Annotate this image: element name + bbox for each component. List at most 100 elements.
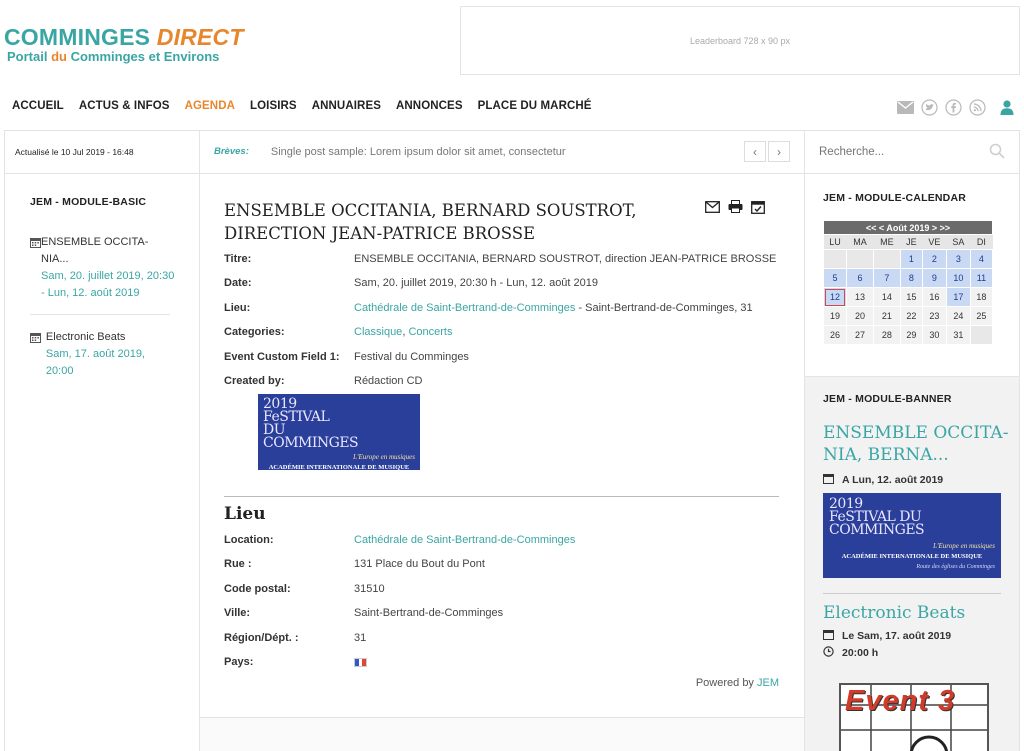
france-flag-icon — [354, 658, 367, 667]
location-link[interactable]: Cathédrale de Saint-Bertrand-de-Comminge… — [354, 534, 575, 546]
site-logo[interactable]: COMMINGES DIRECT Portail du Comminges et… — [4, 24, 244, 64]
search-input[interactable] — [819, 145, 979, 158]
breves-label: Brèves: — [214, 146, 249, 157]
festival-banner-image[interactable]: 2019 FeSTIVAL DU COMMINGES L'Europe en m… — [823, 493, 1001, 578]
module-banner: JEM - MODULE-BANNER ENSEMBLE OCCITA-NIA,… — [805, 376, 1019, 751]
divider — [30, 314, 170, 315]
category-concerts-link[interactable]: Concerts — [408, 326, 452, 338]
calendar-day[interactable]: 8 — [899, 268, 923, 288]
banner-event-title[interactable]: Electronic Beats — [823, 602, 1013, 624]
categories-label: Categories: — [224, 326, 285, 338]
nav-agenda[interactable]: AGENDA — [185, 100, 235, 112]
titre-label: Titre: — [224, 253, 252, 265]
powered-prefix: Powered by — [695, 677, 757, 689]
chevron-right-icon[interactable]: › — [768, 141, 790, 162]
lieu-rest: - Saint-Bertrand-de-Comminges, 31 — [575, 302, 753, 314]
custom-field-value: Festival du Comminges — [354, 351, 469, 363]
calendar-month-nav[interactable]: << < Août 2019 > >> — [823, 220, 993, 235]
calendar-day: 27 — [845, 325, 874, 345]
event-3-image[interactable]: Event 3 — [839, 683, 989, 751]
date-value: Sam, 20. juillet 2019, 20:30 h - Lun, 12… — [354, 277, 599, 289]
powered-by: Powered by JEM — [696, 677, 779, 689]
module-calendar-title: JEM - MODULE-CALENDAR — [823, 192, 967, 204]
calendar-day: 20 — [845, 306, 874, 326]
ical-icon[interactable] — [751, 200, 765, 219]
ville-value: Saint-Bertrand-de-Comminges — [354, 607, 504, 619]
nav-loisirs[interactable]: LOISIRS — [250, 100, 297, 112]
nav-actus[interactable]: ACTUS & INFOS — [79, 100, 170, 112]
facebook-icon[interactable] — [944, 98, 962, 116]
festival-banner-academy: ACADÉMIE INTERNATIONALE DE MUSIQUE — [268, 464, 410, 470]
calendar-day[interactable]: 17 — [945, 287, 971, 307]
detail-row-titre: Titre: ENSEMBLE OCCITANIA, BERNARD SOUSTR… — [224, 253, 776, 265]
social-icons — [896, 98, 1016, 116]
user-icon[interactable] — [998, 98, 1016, 116]
weekday-header: ME — [873, 234, 901, 250]
calendar-icon — [823, 473, 834, 487]
calendar-day[interactable]: 7 — [872, 268, 901, 288]
calendar-day[interactable]: 1 — [899, 249, 923, 269]
list-item[interactable]: Electronic Beats Sam, 17. août 2019, 20:… — [30, 329, 175, 380]
calendar-day[interactable]: 3 — [945, 249, 971, 269]
calendar-icon — [30, 234, 41, 302]
calendar-day[interactable]: 2 — [921, 249, 947, 269]
email-icon[interactable] — [705, 200, 720, 219]
search-box — [805, 130, 1019, 174]
calendar-empty-cell — [823, 249, 847, 269]
weekday-header: MA — [846, 234, 874, 250]
banner-event-title[interactable]: ENSEMBLE OCCITA-NIA, BERNA... — [823, 422, 1013, 466]
twitter-icon[interactable] — [920, 98, 938, 116]
venue-link[interactable]: Cathédrale de Saint-Bertrand-de-Comminge… — [354, 302, 575, 314]
calendar-day: 16 — [921, 287, 947, 307]
calendar-day[interactable]: 12 — [823, 287, 847, 307]
calendar-day[interactable]: 9 — [921, 268, 947, 288]
envelope-icon[interactable] — [896, 98, 914, 116]
category-classique-link[interactable]: Classique — [354, 326, 402, 338]
festival-banner-academy: ACADÉMIE INTERNATIONALE DE MUSIQUE — [841, 553, 983, 560]
calendar-day[interactable]: 11 — [969, 268, 994, 288]
tagline-a: Portail — [7, 49, 52, 64]
calendar-day: 19 — [823, 306, 847, 326]
nav-annonces[interactable]: ANNONCES — [396, 100, 463, 112]
festival-banner-route: Route des églises du Comminges — [916, 564, 995, 570]
calendar-day: 26 — [823, 325, 847, 345]
calendar-day: 22 — [899, 306, 923, 326]
nav-accueil[interactable]: ACCUEIL — [12, 100, 64, 112]
festival-banner-image[interactable]: 2019 FeSTIVAL DU COMMINGES L'Europe en m… — [258, 394, 420, 470]
breves-text[interactable]: Single post sample: Lorem ipsum dolor si… — [271, 146, 566, 158]
festival-banner-subtitle: L'Europe en musiques — [933, 542, 995, 550]
calendar-day[interactable]: 4 — [969, 249, 994, 269]
calendar-day[interactable]: 5 — [823, 268, 847, 288]
banner-event-date-text: Le Sam, 17. août 2019 — [842, 630, 952, 642]
jem-link[interactable]: JEM — [757, 677, 779, 689]
list-item[interactable]: ENSEMBLE OCCITA-NIA... Sam, 20. juillet … — [30, 234, 175, 302]
weekday-header: LU — [823, 234, 847, 250]
created-by-label: Created by: — [224, 375, 285, 387]
calendar-day[interactable]: 6 — [845, 268, 874, 288]
logo-text-main: COMMINGES — [4, 24, 157, 50]
event-name[interactable]: Electronic Beats — [46, 329, 175, 346]
nav-annuaires[interactable]: ANNUAIRES — [312, 100, 381, 112]
festival-banner-subtitle: L'Europe en musiques — [353, 453, 415, 461]
search-icon[interactable] — [989, 143, 1005, 164]
calendar-day: 15 — [899, 287, 923, 307]
chevron-left-icon[interactable]: ‹ — [744, 141, 766, 162]
rss-icon[interactable] — [968, 98, 986, 116]
banner-event-time-text: 20:00 h — [842, 647, 879, 659]
detail-row-date: Date: Sam, 20. juillet 2019, 20:30 h - Lu… — [224, 277, 598, 289]
event-name[interactable]: ENSEMBLE OCCITA-NIA... — [41, 234, 175, 268]
logo-text-direct: DIRECT — [156, 24, 244, 50]
custom-field-label: Event Custom Field 1: — [224, 351, 340, 363]
pays-label: Pays: — [224, 656, 254, 668]
calendar-day: 23 — [921, 306, 947, 326]
detail-row-custom: Event Custom Field 1: Festival du Comming… — [224, 351, 469, 363]
calendar-day[interactable]: 10 — [945, 268, 971, 288]
right-sidebar: JEM - MODULE-CALENDAR << < Août 2019 > >… — [804, 130, 1020, 751]
print-icon[interactable] — [728, 200, 743, 219]
region-label: Région/Dépt. : — [224, 632, 299, 644]
leaderboard-ad[interactable]: Leaderboard 728 x 90 px — [460, 6, 1020, 75]
module-basic-title: JEM - MODULE-BASIC — [30, 196, 147, 208]
calendar-day: 30 — [921, 325, 947, 345]
nav-place-du-marche[interactable]: PLACE DU MARCHÉ — [478, 100, 592, 112]
detail-row-lieu: Lieu: Cathédrale de Saint-Bertrand-de-Com… — [224, 302, 753, 314]
